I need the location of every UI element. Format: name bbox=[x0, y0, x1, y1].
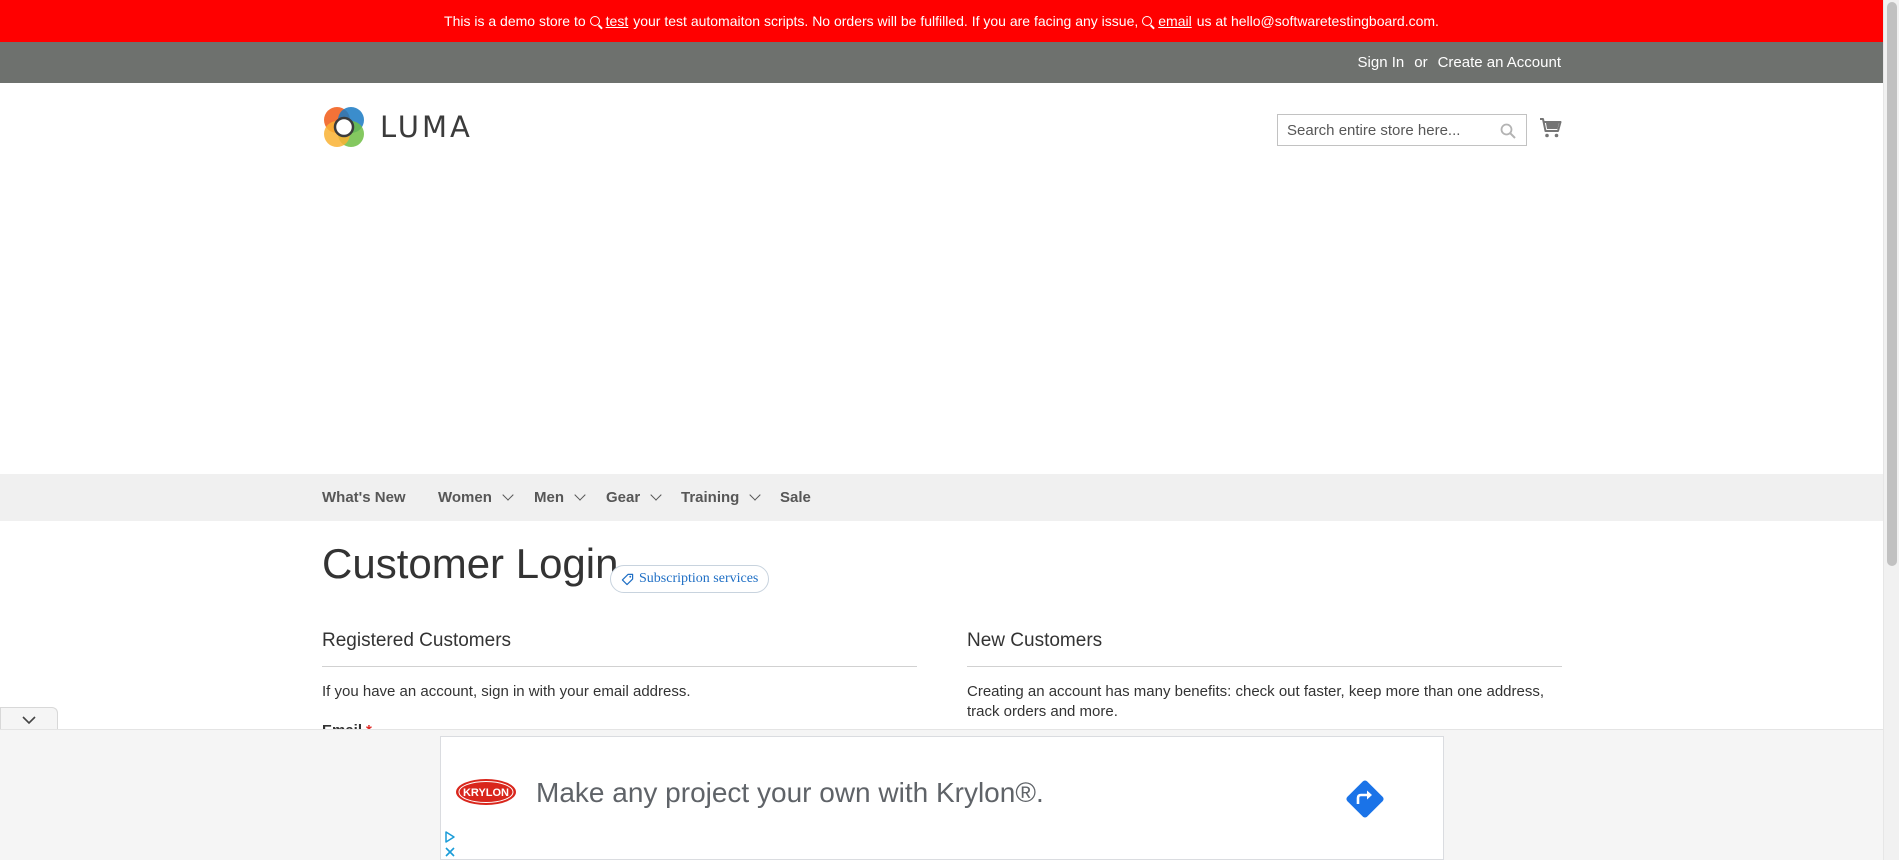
chevron-down-icon bbox=[502, 489, 514, 501]
tag-icon bbox=[621, 573, 634, 585]
main-navigation: What's New Women Men Gear Training Sale bbox=[0, 474, 1883, 521]
chevron-down-icon bbox=[22, 715, 36, 724]
notice-text-1: This is a demo store to bbox=[444, 13, 586, 29]
nav-item-sale[interactable]: Sale bbox=[780, 474, 811, 521]
luma-logo[interactable]: LUMA bbox=[322, 105, 473, 149]
or-separator: or bbox=[1414, 54, 1428, 71]
registered-customers-text: If you have an account, sign in with you… bbox=[322, 683, 691, 700]
nav-item-training[interactable]: Training bbox=[681, 474, 762, 521]
krylon-logo-icon: KRYLON bbox=[456, 779, 516, 805]
ad-choices-icon[interactable] bbox=[443, 830, 457, 844]
chevron-down-icon bbox=[749, 489, 762, 501]
sign-in-link[interactable]: Sign In bbox=[1358, 54, 1405, 71]
nav-label: Sale bbox=[780, 489, 811, 506]
search-input[interactable] bbox=[1278, 115, 1488, 145]
registered-customers-title: Registered Customers bbox=[322, 630, 512, 651]
nav-label: What's New bbox=[322, 489, 406, 506]
ad-headline[interactable]: Make any project your own with Krylon®. bbox=[536, 777, 1044, 809]
page-title: Customer Login bbox=[322, 540, 619, 587]
header-links: Sign In or Create an Account bbox=[1358, 42, 1561, 83]
close-icon[interactable] bbox=[443, 845, 457, 859]
chevron-down-icon bbox=[574, 489, 586, 501]
nav-label: Women bbox=[438, 489, 492, 506]
nav-label: Gear bbox=[606, 489, 641, 506]
notice-text-2: your test automaiton scripts. No orders … bbox=[633, 13, 1139, 29]
ad-banner[interactable]: KRYLON Make any project your own with Kr… bbox=[440, 736, 1444, 860]
nav-item-women[interactable]: Women bbox=[438, 474, 514, 521]
create-account-link[interactable]: Create an Account bbox=[1438, 54, 1561, 71]
search-icon[interactable] bbox=[1500, 123, 1516, 139]
header-panel: Sign In or Create an Account bbox=[0, 42, 1883, 83]
ad-collapse-toggle[interactable] bbox=[0, 707, 58, 731]
nav-item-gear[interactable]: Gear bbox=[606, 474, 662, 521]
magnifier-icon bbox=[1142, 16, 1153, 26]
nav-item-whats-new[interactable]: What's New bbox=[322, 474, 406, 521]
notice-text-3: us at hello@softwaretestingboard.com. bbox=[1196, 13, 1439, 29]
page-scrollbar[interactable] bbox=[1883, 0, 1899, 860]
scrollbar-thumb[interactable] bbox=[1887, 2, 1897, 566]
subscription-services-badge[interactable]: Subscription services bbox=[610, 565, 770, 593]
notice-test-link[interactable]: test bbox=[606, 13, 629, 29]
krylon-logo: KRYLON bbox=[455, 778, 517, 806]
divider bbox=[322, 666, 917, 667]
search-box bbox=[1277, 114, 1527, 146]
nav-item-men[interactable]: Men bbox=[534, 474, 586, 521]
cart-icon[interactable] bbox=[1539, 116, 1563, 140]
new-customers-title: New Customers bbox=[967, 630, 1103, 651]
logo-text: LUMA bbox=[380, 110, 473, 144]
krylon-brand-text: KRYLON bbox=[463, 787, 509, 799]
demo-notice-bar: This is a demo store to test your test a… bbox=[0, 0, 1883, 42]
badge-label: Subscription services bbox=[639, 571, 759, 586]
arrow-right-icon[interactable] bbox=[1341, 775, 1389, 823]
nav-label: Men bbox=[534, 489, 564, 506]
new-customers-text: Creating an account has many benefits: c… bbox=[967, 683, 1545, 720]
chevron-down-icon bbox=[650, 489, 662, 501]
luma-logo-icon bbox=[324, 107, 364, 147]
nav-label: Training bbox=[681, 489, 740, 506]
divider bbox=[967, 666, 1562, 667]
notice-email-link[interactable]: email bbox=[1158, 13, 1191, 29]
magnifier-icon bbox=[589, 16, 600, 26]
